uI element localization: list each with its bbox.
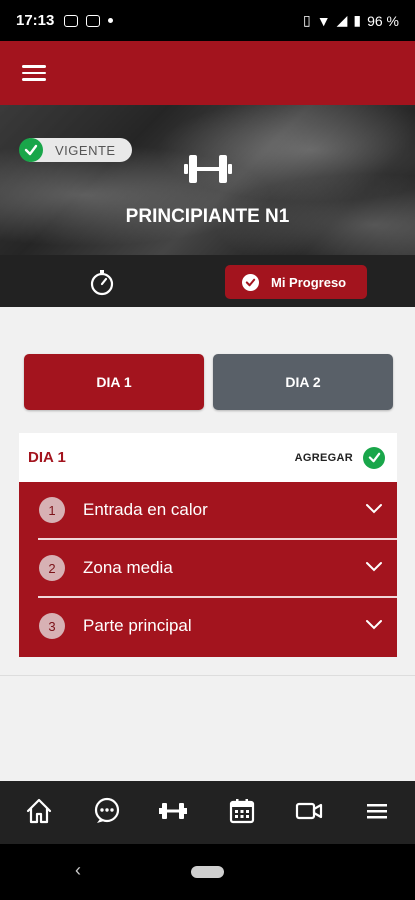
battery-percent: 96 % [367, 12, 399, 29]
section-number: 2 [39, 555, 65, 581]
program-toolbar: Mi Progreso [0, 255, 415, 307]
video-icon[interactable] [295, 797, 323, 830]
vibrate-icon: ▯ [303, 12, 311, 28]
program-content: DIA 1 DIA 2 DIA 1 AGREGAR 1 Entrada en c… [0, 307, 415, 781]
system-navigation-bar: ‹ [0, 844, 415, 900]
more-notifications-icon [108, 18, 114, 23]
my-progress-label: Mi Progreso [271, 274, 347, 290]
bottom-nav [0, 781, 415, 844]
back-icon[interactable]: ‹ [75, 860, 81, 881]
section-label: Parte principal [83, 616, 192, 635]
section-item[interactable]: 3 Parte principal [19, 598, 397, 654]
section-item[interactable]: 2 Zona media [19, 540, 397, 596]
status-bar: 17:13 ▯ ▼ ◢ ▮ 96 % [0, 0, 415, 41]
check-circle-icon [19, 138, 43, 162]
my-progress-button[interactable]: Mi Progreso [225, 265, 367, 299]
chevron-down-icon [365, 617, 383, 635]
chat-icon[interactable] [93, 797, 121, 830]
hero-banner: VIGENTE PRINCIPIANTE N1 [0, 105, 415, 255]
status-badge: VIGENTE [19, 138, 132, 162]
status-system-icons: ▯ ▼ ◢ ▮ 96 % [303, 12, 399, 29]
status-notification-icons [64, 14, 114, 27]
check-circle-icon [242, 273, 259, 291]
add-button[interactable]: AGREGAR [294, 446, 385, 469]
tab-day-1[interactable]: DIA 1 [24, 354, 204, 410]
gallery-icon [86, 14, 101, 27]
battery-icon: ▮ [353, 12, 362, 28]
tab-day-2[interactable]: DIA 2 [213, 354, 393, 410]
calendar-icon[interactable] [228, 797, 256, 830]
chevron-down-icon [365, 501, 383, 519]
add-label: AGREGAR [294, 451, 353, 464]
dumbbell-icon [184, 151, 232, 192]
app-bar [0, 41, 415, 105]
section-label: Entrada en calor [83, 500, 208, 519]
wifi-icon: ▼ [316, 12, 331, 29]
dumbbell-icon[interactable] [158, 797, 188, 830]
check-circle-icon [363, 446, 385, 469]
signal-icon: ◢ [336, 12, 348, 28]
status-time: 17:13 [16, 12, 55, 29]
menu-icon[interactable] [363, 797, 391, 830]
home-icon[interactable] [25, 797, 53, 830]
section-item[interactable]: 1 Entrada en calor [19, 482, 397, 538]
section-number: 3 [39, 613, 65, 639]
day-card-header: DIA 1 AGREGAR [19, 433, 397, 482]
instagram-icon [64, 14, 79, 27]
day-card: DIA 1 AGREGAR 1 Entrada en calor 2 Zona … [19, 433, 397, 657]
home-gesture-pill[interactable] [191, 866, 224, 878]
chevron-down-icon [365, 559, 383, 577]
section-list: 1 Entrada en calor 2 Zona media 3 Parte … [19, 482, 397, 657]
program-title: PRINCIPIANTE N1 [125, 206, 290, 227]
section-label: Zona media [83, 558, 173, 577]
menu-icon[interactable] [22, 65, 46, 81]
stopwatch-icon[interactable] [88, 268, 116, 301]
status-badge-label: VIGENTE [55, 142, 116, 158]
day-card-title: DIA 1 [28, 449, 66, 466]
section-number: 1 [39, 497, 65, 523]
